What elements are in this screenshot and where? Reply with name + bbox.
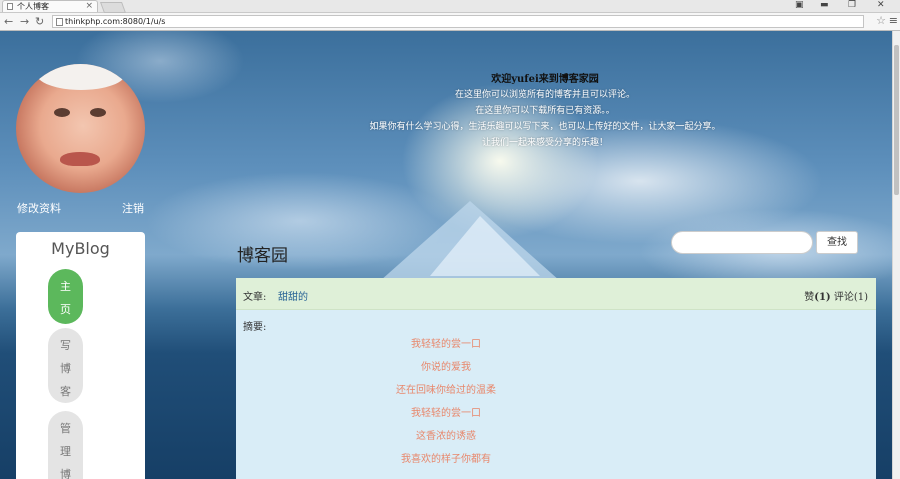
nav-write-blog[interactable]: 写 博 客 (48, 328, 83, 403)
maximize-icon[interactable]: ❐ (848, 0, 856, 11)
search-input[interactable] (671, 231, 813, 254)
bookmark-star-icon[interactable]: ☆ (876, 14, 886, 27)
comment-link[interactable]: 评论(1) (834, 292, 868, 303)
page-icon (7, 3, 13, 10)
edit-profile-link[interactable]: 修改资料 (17, 200, 61, 216)
sidebar: MyBlog 主 页 写 博 客 管 理 博 (16, 232, 145, 479)
search-button[interactable]: 查找 (816, 231, 858, 254)
article-label: 文章: (243, 292, 267, 303)
summary-line: 你说的爱我 (421, 362, 471, 373)
like-count: (1) (814, 292, 831, 303)
summary-line: 还在回味你给过的温柔 (396, 385, 496, 396)
browser-tab[interactable]: 个人博客 × (2, 0, 98, 12)
address-bar[interactable]: thinkphp.com:8080/1/u/s (52, 15, 864, 28)
welcome-line: 让我们一起来感受分享的乐趣！ (481, 138, 608, 148)
welcome-message: 欢迎yufei来到博客家园 在这里你可以浏览所有的博客并且可以评论。 在这里你可… (320, 73, 770, 151)
address-url: thinkphp.com:8080/1/u/s (65, 17, 166, 26)
article-title-link[interactable]: 甜甜的 (278, 288, 308, 303)
avatar (16, 64, 145, 193)
article-panel: 文章: 甜甜的 赞(1) 评论(1) 摘要: 我轻轻的尝一口 你说的爱我 还在回… (236, 278, 876, 479)
article-summary: 我轻轻的尝一口 你说的爱我 还在回味你给过的温柔 我轻轻的尝一口 这香浓的诱惑 … (236, 333, 656, 471)
background-iceberg-highlight (430, 216, 540, 276)
user-icon[interactable]: ▣ (795, 0, 804, 11)
menu-icon[interactable]: ≡ (889, 14, 898, 27)
brand-title[interactable]: MyBlog (16, 239, 145, 258)
minimize-icon[interactable]: ▬ (820, 0, 829, 11)
welcome-line: 在这里你可以浏览所有的博客并且可以评论。 (454, 90, 635, 100)
back-icon[interactable]: ← (4, 14, 13, 29)
page-background: 修改资料 注销 MyBlog 主 页 写 博 客 管 理 博 欢迎yufei来到… (0, 31, 892, 479)
reload-icon[interactable]: ↻ (35, 14, 44, 29)
welcome-line: 如果你有什么学习心得，生活乐趣可以写下来，也可以上传好的文件，让大家一起分享。 (369, 122, 721, 132)
page-info-icon (56, 18, 63, 26)
article-stats: 赞(1) 评论(1) (804, 288, 868, 303)
summary-label: 摘要: (243, 322, 267, 333)
like-link[interactable]: 赞(1) (804, 292, 830, 303)
welcome-title: 欢迎yufei来到博客家园 (491, 74, 599, 85)
article-header: 文章: 甜甜的 赞(1) 评论(1) (236, 278, 876, 310)
page-scrollbar[interactable] (892, 31, 900, 479)
tab-title: 个人博客 (17, 2, 49, 11)
nav-home[interactable]: 主 页 (48, 269, 83, 324)
nav-manage-blog[interactable]: 管 理 博 (48, 411, 83, 479)
close-tab-icon[interactable]: × (85, 1, 93, 12)
summary-line: 这香浓的诱惑 (416, 431, 476, 442)
new-tab-button[interactable] (99, 2, 127, 13)
browser-toolbar: ← → ↻ thinkphp.com:8080/1/u/s ☆ ≡ (0, 13, 900, 31)
browser-tabbar: 个人博客 × ▣ ▬ ❐ ✕ (0, 0, 900, 13)
scrollbar-thumb[interactable] (894, 45, 899, 195)
comment-count: (1) (853, 292, 868, 303)
forward-icon[interactable]: → (20, 14, 29, 29)
logout-link[interactable]: 注销 (122, 200, 144, 216)
welcome-line: 在这里你可以下载所有已有资源。。 (475, 106, 615, 116)
close-window-icon[interactable]: ✕ (877, 0, 885, 11)
summary-line: 我轻轻的尝一口 (411, 339, 481, 350)
page-title: 博客园 (237, 246, 288, 266)
summary-line: 我喜欢的样子你都有 (401, 454, 491, 465)
summary-line: 我轻轻的尝一口 (411, 408, 481, 419)
